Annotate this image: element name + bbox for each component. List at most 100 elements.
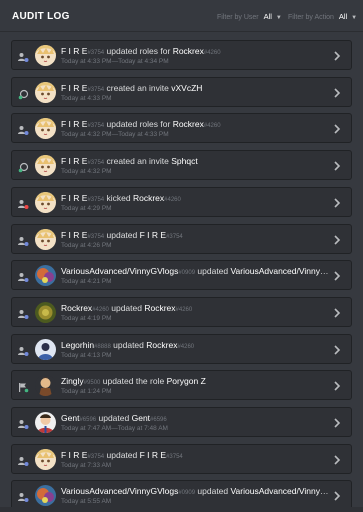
avatar <box>35 155 56 177</box>
audit-log-entry[interactable]: Rockrex#4260 updated Rockrex#4260 Today a… <box>11 296 352 327</box>
actor-name[interactable]: F I R E <box>61 450 87 460</box>
filter-by-action[interactable]: Filter by Action All ▼ <box>288 12 357 21</box>
chevron-right-icon[interactable] <box>333 453 341 465</box>
audit-log-entry[interactable]: VariousAdvanced/VinnyGVlogs#0909 updated… <box>11 260 352 291</box>
action-text: updated <box>111 302 142 313</box>
actor-name[interactable]: VariousAdvanced/VinnyGVlogs <box>61 486 178 496</box>
target-discriminator: #4260 <box>203 50 221 56</box>
actor-name[interactable]: F I R E <box>61 46 87 56</box>
entry-summary: F I R E#3754 updated F I R E#3754 <box>61 450 329 460</box>
entry-timestamp: Today at 4:19 PM <box>61 314 112 322</box>
actor-name[interactable]: F I R E <box>61 119 87 129</box>
entry-summary: Legorhin#8888 updated Rockrex#4260 <box>61 340 329 350</box>
actor-name[interactable]: Rockrex <box>61 303 92 313</box>
actor-name[interactable]: Gent <box>61 413 79 423</box>
entry-summary: VariousAdvanced/VinnyGVlogs#0909 updated… <box>61 486 329 496</box>
audit-log-entry[interactable]: F I R E#3754 kicked Rockrex#4260 Today at… <box>11 186 352 217</box>
actor-name[interactable]: Zingly <box>61 376 84 386</box>
target-name[interactable]: Sphqct <box>171 156 197 166</box>
target-name[interactable]: vXVcZH <box>171 83 202 93</box>
actor-discriminator: #9500 <box>83 380 101 387</box>
chevron-right-icon[interactable] <box>333 379 341 391</box>
target-name[interactable]: Gent <box>132 413 150 423</box>
filter-user-value[interactable]: All <box>264 12 272 21</box>
chevron-right-icon[interactable] <box>333 416 341 428</box>
chevron-right-icon[interactable] <box>333 49 341 61</box>
audit-log-entry[interactable]: F I R E#3754 updated F I R E#3754 Today a… <box>11 443 352 474</box>
user-role-icon <box>18 417 29 429</box>
action-text: created an invite <box>106 156 169 167</box>
entry-timestamp: Today at 7:47 AM—Today at 7:48 AM <box>61 425 168 432</box>
entry-timestamp: Today at 5:55 AM <box>61 498 112 506</box>
actor-discriminator: #3754 <box>87 123 105 130</box>
chevron-down-icon[interactable]: ▼ <box>276 15 282 21</box>
actor-name[interactable]: Legorhin <box>61 340 94 350</box>
filter-action-label: Filter by Action <box>288 14 334 21</box>
audit-log-entry[interactable]: VariousAdvanced/VinnyGVlogs#0909 updated… <box>11 480 352 511</box>
actor-name[interactable]: F I R E <box>61 83 87 93</box>
chevron-right-icon[interactable] <box>333 159 341 171</box>
target-name[interactable]: Rockrex <box>173 119 204 129</box>
chevron-right-icon[interactable] <box>333 122 341 134</box>
target-name[interactable]: Porygon Z <box>167 376 206 386</box>
entry-summary: Zingly#9500 updated the role Porygon Z <box>61 376 329 386</box>
actor-name[interactable]: F I R E <box>61 156 87 166</box>
target-discriminator: #4260 <box>175 306 193 313</box>
actor-discriminator: #3754 <box>87 86 105 93</box>
avatar <box>35 228 56 250</box>
chevron-right-icon[interactable] <box>333 196 341 208</box>
chevron-right-icon[interactable] <box>333 489 341 501</box>
chevron-right-icon[interactable] <box>333 86 341 98</box>
audit-log-entry[interactable]: F I R E#3754 updated roles for Rockrex#4… <box>11 113 352 144</box>
actor-discriminator: #3754 <box>87 233 105 240</box>
actor-name[interactable]: F I R E <box>61 230 87 240</box>
actor-name[interactable]: VariousAdvanced/VinnyGVlogs <box>61 266 178 276</box>
user-kick-icon <box>18 197 29 209</box>
audit-log-entry[interactable]: Gent#6596 updated Gent#6596 Today at 7:47… <box>11 407 352 437</box>
audit-log-entry[interactable]: F I R E#3754 created an invite vXVcZH Tod… <box>11 76 352 107</box>
actor-discriminator: #6596 <box>79 417 97 423</box>
target-name[interactable]: F I R E <box>140 450 166 460</box>
user-role-icon <box>18 307 29 319</box>
entry-summary: F I R E#3754 updated roles for Rockrex#4… <box>61 119 329 129</box>
avatar <box>35 485 56 507</box>
action-text: updated <box>113 339 144 350</box>
avatar <box>35 301 56 323</box>
audit-log-entry[interactable]: F I R E#3754 updated roles for Rockrex#4… <box>11 40 352 70</box>
audit-log-entry[interactable]: F I R E#3754 created an invite Sphqct Tod… <box>11 150 352 181</box>
avatar <box>35 375 56 397</box>
chevron-right-icon[interactable] <box>333 233 341 245</box>
target-name[interactable]: Rockrex <box>144 303 175 313</box>
entry-summary: F I R E#3754 updated F I R E#3754 <box>61 230 329 240</box>
chevron-right-icon[interactable] <box>333 269 341 281</box>
filter-by-user[interactable]: Filter by User All ▼ <box>217 12 282 21</box>
entry-summary: Rockrex#4260 updated Rockrex#4260 <box>61 303 329 313</box>
target-name[interactable]: Rockrex <box>146 340 177 350</box>
target-discriminator: #6596 <box>150 417 167 423</box>
target-name[interactable]: Rockrex <box>173 46 204 56</box>
actor-discriminator: #3754 <box>87 50 105 56</box>
audit-log-entry[interactable]: Legorhin#8888 updated Rockrex#4260 Today … <box>11 333 352 364</box>
chevron-right-icon[interactable] <box>333 306 341 318</box>
entry-timestamp: Today at 4:33 PM <box>61 94 112 102</box>
target-name[interactable]: Rockrex <box>133 193 164 203</box>
target-name[interactable]: F I R E <box>140 230 166 240</box>
page-title: AUDIT LOG <box>12 11 70 22</box>
filter-action-value[interactable]: All <box>339 12 347 21</box>
target-name[interactable]: VariousAdvanced/VinnyGVlogs <box>231 486 329 496</box>
chevron-right-icon[interactable] <box>333 343 341 355</box>
action-text: updated <box>106 229 138 240</box>
entry-timestamp: Today at 4:32 PM <box>61 168 112 176</box>
actor-name[interactable]: F I R E <box>61 193 87 203</box>
action-text: kicked <box>106 192 131 203</box>
user-role-icon <box>18 454 29 466</box>
audit-log-entry[interactable]: Zingly#9500 updated the role Porygon Z To… <box>11 370 352 401</box>
action-text: updated <box>106 449 138 460</box>
target-name[interactable]: VariousAdvanced/VinnyGVlogs <box>231 266 329 276</box>
entry-timestamp: Today at 1:24 PM <box>61 388 112 396</box>
user-role-icon <box>18 270 29 283</box>
chevron-down-icon[interactable]: ▼ <box>351 15 357 21</box>
avatar <box>35 118 56 140</box>
entry-summary: F I R E#3754 created an invite Sphqct <box>61 156 329 166</box>
audit-log-entry[interactable]: F I R E#3754 updated F I R E#3754 Today a… <box>11 223 352 254</box>
